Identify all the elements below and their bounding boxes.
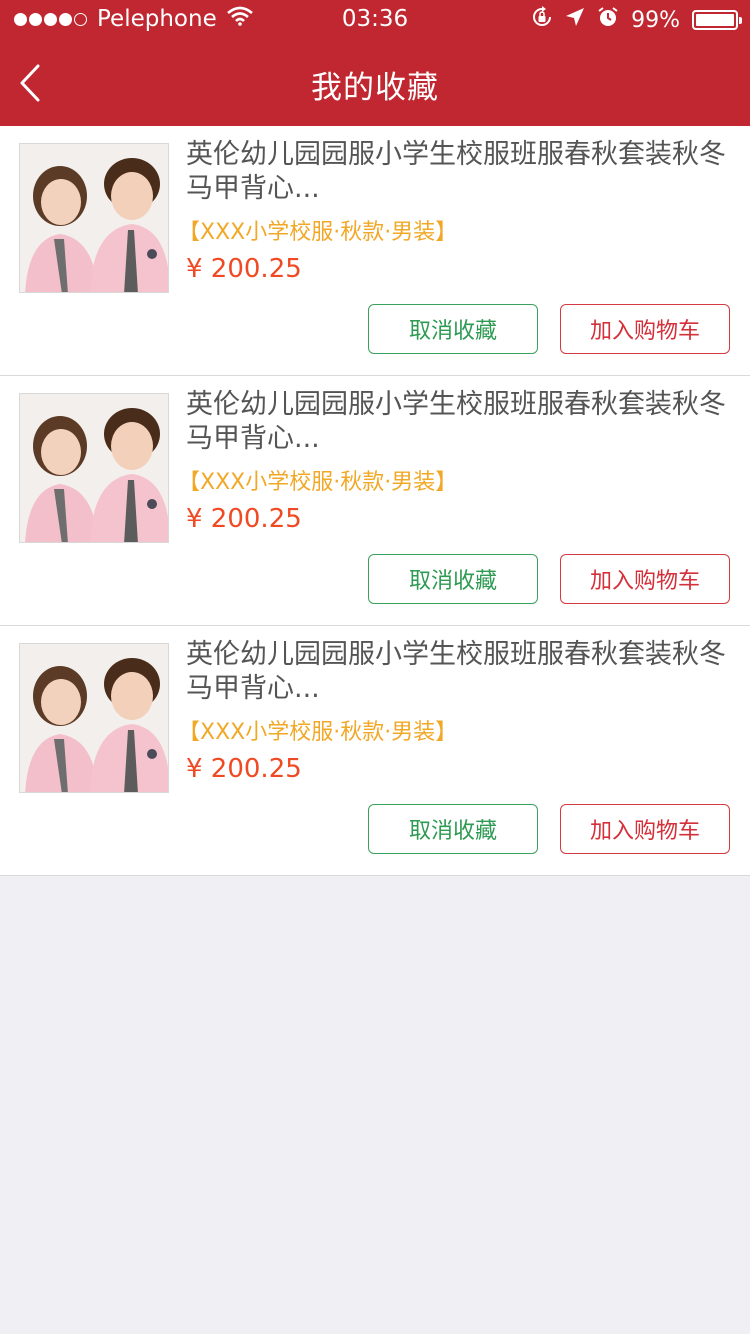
battery-level: [696, 14, 734, 26]
product-image[interactable]: [19, 643, 169, 793]
page-title: 我的收藏: [311, 70, 439, 106]
remove-favorite-button[interactable]: 取消收藏: [368, 554, 538, 604]
product-price: ¥ 200.25: [186, 754, 302, 784]
rotation-lock-icon: [531, 6, 553, 34]
product-image[interactable]: [19, 143, 169, 293]
favorite-item: 英伦幼儿园园服小学生校服班服春秋套装秋冬马甲背心... 【XXX小学校服·秋款·…: [0, 626, 750, 876]
remove-favorite-button[interactable]: 取消收藏: [368, 304, 538, 354]
product-spec: 【XXX小学校服·秋款·男装】: [178, 470, 458, 495]
product-image[interactable]: [19, 393, 169, 543]
product-price: ¥ 200.25: [186, 504, 302, 534]
location-arrow-icon: [565, 7, 585, 33]
favorite-item: 英伦幼儿园园服小学生校服班服春秋套装秋冬马甲背心... 【XXX小学校服·秋款·…: [0, 376, 750, 626]
app-header: Pelephone 03:36 99% 我的收藏: [0, 0, 750, 126]
product-title[interactable]: 英伦幼儿园园服小学生校服班服春秋套装秋冬马甲背心...: [186, 138, 731, 206]
remove-favorite-button[interactable]: 取消收藏: [368, 804, 538, 854]
battery-percentage: 99%: [631, 7, 680, 33]
product-spec: 【XXX小学校服·秋款·男装】: [178, 720, 458, 745]
favorite-item: 英伦幼儿园园服小学生校服班服春秋套装秋冬马甲背心... 【XXX小学校服·秋款·…: [0, 126, 750, 376]
product-title[interactable]: 英伦幼儿园园服小学生校服班服春秋套装秋冬马甲背心...: [186, 388, 731, 456]
add-to-cart-button[interactable]: 加入购物车: [560, 554, 730, 604]
product-spec: 【XXX小学校服·秋款·男装】: [178, 220, 458, 245]
status-bar: Pelephone 03:36 99%: [0, 0, 750, 40]
product-price: ¥ 200.25: [186, 254, 302, 284]
favorites-list: 英伦幼儿园园服小学生校服班服春秋套装秋冬马甲背心... 【XXX小学校服·秋款·…: [0, 126, 750, 876]
alarm-icon: [597, 6, 619, 34]
nav-bar: 我的收藏: [0, 40, 750, 126]
add-to-cart-button[interactable]: 加入购物车: [560, 304, 730, 354]
add-to-cart-button[interactable]: 加入购物车: [560, 804, 730, 854]
battery-icon: [692, 10, 742, 30]
product-title[interactable]: 英伦幼儿园园服小学生校服班服春秋套装秋冬马甲背心...: [186, 638, 731, 706]
